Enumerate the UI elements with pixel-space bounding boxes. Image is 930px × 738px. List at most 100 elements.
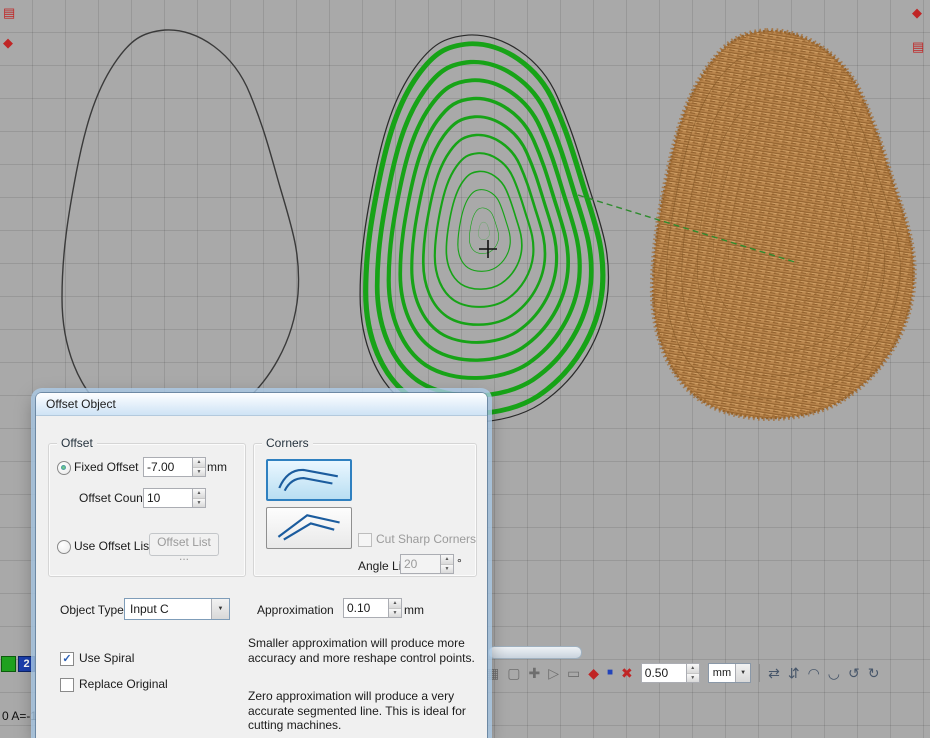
add-node-icon[interactable]: ✚	[528, 666, 540, 680]
edge-tool-2-icon[interactable]: ◆	[3, 36, 13, 49]
replace-original-checkbox[interactable]	[60, 678, 74, 692]
offset-list-button[interactable]: Offset List ...	[149, 533, 219, 556]
stitch-width-input[interactable]	[641, 663, 686, 683]
object-type-value: Input C	[125, 599, 211, 619]
spin-down-button[interactable]: ▼	[441, 565, 453, 574]
chevron-down-icon: ▼	[735, 664, 750, 682]
rotate-ccw-icon[interactable]: ↺	[848, 666, 860, 680]
use-spiral-checkbox[interactable]: ✓	[60, 652, 74, 666]
unit-value: mm	[709, 664, 735, 682]
spin-down-icon: ▼	[445, 566, 450, 572]
spin-up-icon: ▲	[197, 490, 202, 496]
spin-down-icon: ▼	[197, 469, 202, 475]
corner-style-rounded-button[interactable]	[266, 459, 352, 501]
spin-down-button[interactable]: ▼	[193, 499, 205, 508]
dialog-title: Offset Object	[36, 393, 116, 415]
approximation-unit: mm	[404, 603, 424, 617]
offset-count-spin: ▲ ▼	[192, 488, 206, 508]
color-swatch-green[interactable]	[1, 656, 16, 672]
approximation-label: Approximation	[257, 603, 334, 617]
use-spiral-label: Use Spiral	[79, 651, 134, 665]
stitch-width-spin: ▲ ▼	[686, 663, 700, 683]
spin-up-icon: ▲	[393, 600, 398, 606]
corners-group: Corners Cut Sharp Corners Angle Limit	[253, 443, 477, 577]
approximation-spin: ▲ ▼	[388, 598, 402, 618]
fixed-offset-unit: mm	[207, 460, 227, 474]
toolbar-separator	[759, 664, 760, 682]
mirror-vertical-icon[interactable]: ⇵	[788, 666, 800, 680]
spin-up-icon: ▲	[197, 459, 202, 465]
check-icon: ✓	[62, 653, 71, 665]
offset-count-input[interactable]	[143, 488, 192, 508]
spin-down-button[interactable]: ▼	[687, 674, 699, 683]
fixed-offset-stepper: ▲ ▼	[143, 457, 206, 477]
horizontal-scrollbar[interactable]	[488, 646, 582, 659]
angle-limit-input[interactable]	[400, 554, 440, 574]
layer-badge[interactable]: 2	[18, 656, 35, 672]
spin-down-icon: ▼	[197, 500, 202, 506]
bottom-toolbar: ▦ ▢ ✚ ▷ ▭ ◆ ■ ✖ ▲ ▼ mm ▼ ⇄ ⇵ ◠ ◡ ↺ ↻	[486, 660, 879, 686]
edge-tool-3-icon[interactable]: ◆	[912, 6, 922, 19]
color-swatch-icon[interactable]: ■	[607, 668, 613, 678]
object-type-label: Object Type	[60, 603, 124, 617]
offset-object[interactable]	[360, 35, 608, 422]
color-layer-badges: 2	[1, 656, 35, 672]
sharp-corner-icon	[269, 509, 349, 545]
edge-tool-4-icon[interactable]: ▤	[912, 40, 924, 53]
run-icon[interactable]: ▷	[548, 666, 559, 680]
red-cross-icon[interactable]: ✖	[621, 666, 633, 680]
dialog-titlebar[interactable]: Offset Object	[36, 393, 487, 416]
fixed-offset-spin: ▲ ▼	[192, 457, 206, 477]
spin-down-icon: ▼	[393, 610, 398, 616]
stitch-object[interactable]	[653, 31, 913, 418]
offset-count-label: Offset Count	[79, 491, 146, 505]
outline-object[interactable]	[62, 30, 299, 429]
use-offset-list-radio[interactable]	[57, 540, 71, 554]
approximation-input[interactable]	[343, 598, 388, 618]
spin-up-icon: ▲	[690, 665, 695, 671]
select-box-icon[interactable]: ▢	[507, 666, 520, 680]
cut-sharp-corners-label: Cut Sharp Corners	[376, 532, 476, 546]
spin-up-button[interactable]: ▲	[389, 599, 401, 609]
arc-down-icon[interactable]: ◡	[828, 666, 840, 680]
edge-tool-1-icon[interactable]: ▤	[3, 6, 15, 19]
spin-down-button[interactable]: ▼	[389, 609, 401, 618]
approximation-stepper: ▲ ▼	[343, 598, 402, 618]
arc-up-icon[interactable]: ◠	[808, 666, 820, 680]
shape-icon[interactable]: ▭	[567, 666, 580, 680]
spin-down-icon: ▼	[690, 675, 695, 681]
mesh-icon[interactable]: ▦	[486, 666, 499, 680]
object-type-dropdown[interactable]: Input C ▼	[124, 598, 230, 620]
angle-limit-unit: °	[457, 556, 462, 570]
red-diamond-icon[interactable]: ◆	[588, 666, 599, 680]
spin-down-button[interactable]: ▼	[193, 468, 205, 477]
rounded-corner-icon	[269, 461, 349, 497]
offset-group-label: Offset	[57, 436, 97, 450]
replace-original-label: Replace Original	[79, 677, 168, 691]
chevron-down-icon: ▼	[211, 599, 229, 619]
corners-group-label: Corners	[262, 436, 313, 450]
fixed-offset-radio[interactable]	[57, 461, 71, 475]
unit-dropdown[interactable]: mm ▼	[708, 663, 751, 683]
stitch-width-stepper: ▲ ▼	[641, 663, 700, 683]
spin-up-button[interactable]: ▲	[193, 458, 205, 468]
spin-up-button[interactable]: ▲	[193, 489, 205, 499]
use-offset-list-label: Use Offset List	[74, 539, 152, 553]
fixed-offset-input[interactable]	[143, 457, 192, 477]
approximation-note-1: Smaller approximation will produce more …	[248, 636, 493, 665]
cut-sharp-corners-checkbox[interactable]	[358, 533, 372, 547]
mirror-horizontal-icon[interactable]: ⇄	[768, 666, 780, 680]
cursor-crosshair	[479, 240, 497, 258]
offset-object-dialog: Offset Object Offset Fixed Offset ▲ ▼ mm…	[36, 393, 487, 738]
spin-up-button[interactable]: ▲	[687, 664, 699, 674]
fixed-offset-label: Fixed Offset	[74, 460, 138, 474]
angle-limit-spin: ▲ ▼	[440, 554, 454, 574]
spin-up-button[interactable]: ▲	[441, 555, 453, 565]
corner-style-sharp-button[interactable]	[266, 507, 352, 549]
angle-limit-stepper: ▲ ▼	[400, 554, 454, 574]
approximation-note-2: Zero approximation will produce a very a…	[248, 689, 493, 733]
spin-up-icon: ▲	[445, 556, 450, 562]
offset-count-stepper: ▲ ▼	[143, 488, 206, 508]
offset-group: Offset Fixed Offset ▲ ▼ mm Offset Count …	[48, 443, 246, 577]
rotate-cw-icon[interactable]: ↻	[868, 666, 880, 680]
